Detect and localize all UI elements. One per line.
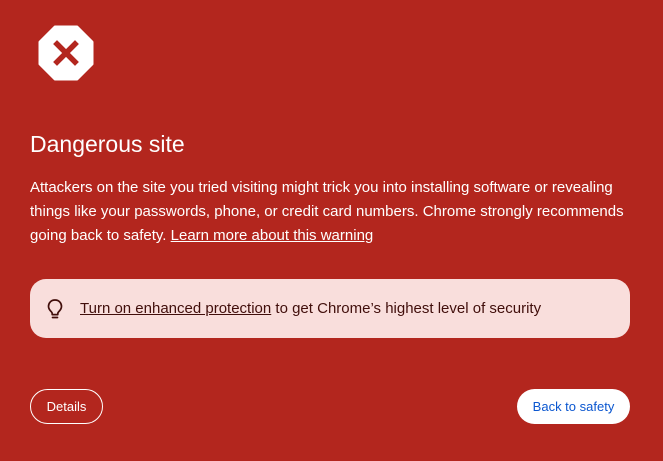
page-title: Dangerous site (30, 131, 185, 157)
tip-text: Turn on enhanced protection to get Chrom… (80, 300, 541, 317)
danger-stop-icon (38, 25, 94, 81)
warning-description: Attackers on the site you tried visiting… (30, 176, 630, 248)
details-button[interactable]: Details (30, 389, 103, 424)
lightbulb-icon (47, 298, 63, 318)
back-to-safety-button[interactable]: Back to safety (517, 389, 630, 424)
interstitial-page: Dangerous site Attackers on the site you… (0, 0, 663, 461)
tip-description: to get Chrome’s highest level of securit… (271, 300, 542, 317)
enhanced-protection-link[interactable]: Turn on enhanced protection (80, 300, 271, 317)
learn-more-link[interactable]: Learn more about this warning (171, 227, 374, 244)
enhanced-protection-banner: Turn on enhanced protection to get Chrom… (30, 279, 630, 338)
